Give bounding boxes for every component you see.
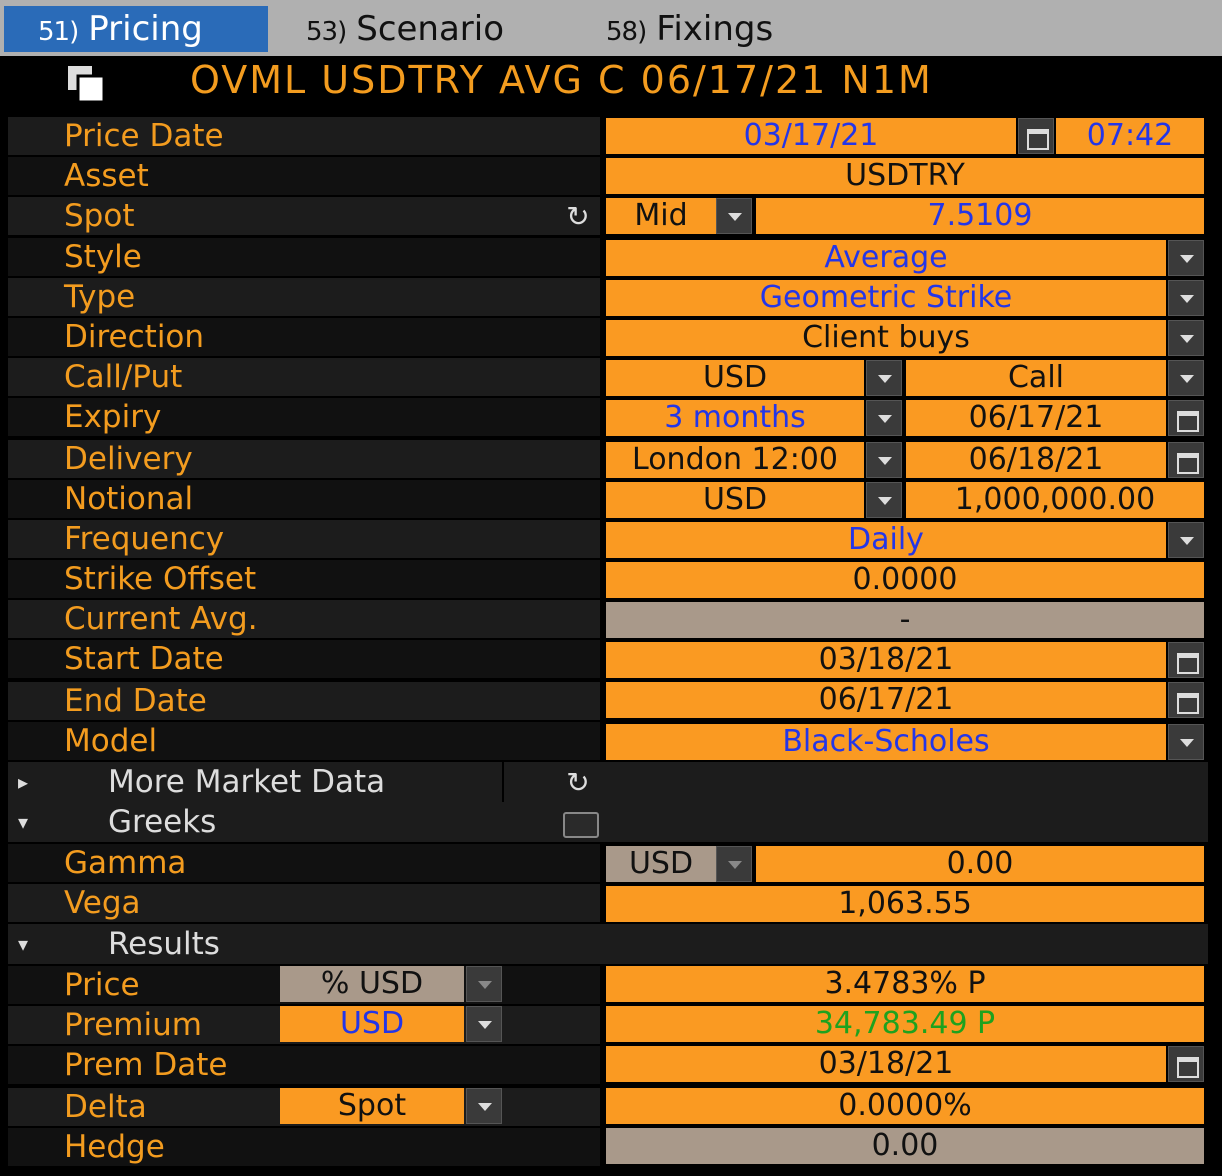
- price-unit-select[interactable]: % USD: [280, 966, 464, 1002]
- section-results[interactable]: ▾ Results: [8, 924, 1208, 964]
- section-label: Greeks: [108, 804, 217, 840]
- refresh-icon[interactable]: ↻: [563, 202, 593, 232]
- chevron-down-icon[interactable]: [466, 1088, 502, 1124]
- call-put-select[interactable]: Call: [906, 360, 1166, 396]
- calendar-icon[interactable]: [1168, 442, 1204, 478]
- style-select[interactable]: Average: [606, 240, 1166, 276]
- label-direction: Direction: [8, 318, 600, 356]
- label-start-date: Start Date: [8, 640, 600, 678]
- delta-basis-select[interactable]: Spot: [280, 1088, 464, 1124]
- label-notional: Notional: [8, 480, 600, 518]
- expiry-tenor-select[interactable]: 3 months: [606, 400, 864, 436]
- direction-select[interactable]: Client buys: [606, 320, 1166, 356]
- notional-ccy-select[interactable]: USD: [606, 482, 864, 518]
- spot-side-select[interactable]: Mid: [606, 198, 716, 234]
- tab-number: 51): [38, 17, 79, 47]
- prem-date-field[interactable]: 03/18/21: [606, 1046, 1166, 1082]
- label-type: Type: [8, 278, 600, 316]
- section-greeks[interactable]: ▾ Greeks: [8, 802, 1208, 842]
- tab-scenario[interactable]: 53) Scenario: [306, 6, 504, 52]
- tab-number: 58): [606, 17, 647, 47]
- model-select[interactable]: Black-Scholes: [606, 724, 1166, 760]
- label-price-date: Price Date: [8, 117, 600, 155]
- section-more-market-data[interactable]: ▸ More Market Data: [8, 762, 1208, 802]
- section-label: Results: [108, 926, 220, 962]
- spot-value-field[interactable]: 7.5109: [756, 198, 1204, 234]
- hedge-value-field: 0.00: [606, 1128, 1204, 1164]
- tab-label: Fixings: [656, 9, 774, 49]
- greeks-checkbox[interactable]: [563, 812, 599, 838]
- label-spot: Spot: [8, 197, 600, 235]
- price-time-field[interactable]: 07:42: [1056, 118, 1204, 154]
- gamma-ccy-select[interactable]: USD: [606, 846, 716, 882]
- delivery-cut-select[interactable]: London 12:00: [606, 442, 864, 478]
- asset-field[interactable]: USDTRY: [606, 158, 1204, 194]
- chevron-down-icon[interactable]: [866, 482, 902, 518]
- tab-bar: 51) Pricing 53) Scenario 58) Fixings: [0, 0, 1222, 56]
- label-vega: Vega: [8, 884, 600, 922]
- expand-caret-icon[interactable]: ▸: [18, 762, 28, 802]
- label-end-date: End Date: [8, 682, 600, 720]
- delivery-date-field[interactable]: 06/18/21: [906, 442, 1166, 478]
- start-date-field[interactable]: 03/18/21: [606, 642, 1166, 678]
- chevron-down-icon[interactable]: [1168, 240, 1204, 276]
- expiry-date-field[interactable]: 06/17/21: [906, 400, 1166, 436]
- refresh-icon[interactable]: ↻: [563, 768, 593, 798]
- tab-fixings[interactable]: 58) Fixings: [606, 6, 773, 52]
- chevron-down-icon[interactable]: [866, 400, 902, 436]
- chevron-down-icon[interactable]: [716, 846, 752, 882]
- chevron-down-icon[interactable]: [866, 442, 902, 478]
- calendar-icon[interactable]: [1168, 400, 1204, 436]
- delta-value-field: 0.0000%: [606, 1088, 1204, 1124]
- frequency-select[interactable]: Daily: [606, 522, 1166, 558]
- chevron-down-icon[interactable]: [866, 360, 902, 396]
- calendar-icon[interactable]: [1168, 682, 1204, 718]
- label-gamma: Gamma: [8, 844, 600, 882]
- label-call-put: Call/Put: [8, 358, 600, 396]
- tab-pricing[interactable]: 51) Pricing: [4, 6, 268, 52]
- label-style: Style: [8, 238, 600, 276]
- chevron-down-icon[interactable]: [716, 198, 752, 234]
- chevron-down-icon[interactable]: [466, 966, 502, 1002]
- chevron-down-icon[interactable]: [1168, 280, 1204, 316]
- label-model: Model: [8, 722, 600, 760]
- label-expiry: Expiry: [8, 398, 600, 436]
- chevron-down-icon[interactable]: [1168, 522, 1204, 558]
- label-current-avg: Current Avg.: [8, 600, 600, 638]
- page-title: OVML USDTRY AVG C 06/17/21 N1M: [190, 58, 933, 102]
- calendar-icon[interactable]: [1168, 1046, 1204, 1082]
- copy-icon[interactable]: [66, 64, 106, 104]
- label-hedge: Hedge: [8, 1128, 600, 1166]
- vega-value-field: 1,063.55: [606, 886, 1204, 922]
- label-asset: Asset: [8, 157, 600, 195]
- chevron-down-icon[interactable]: [1168, 724, 1204, 760]
- gamma-value-field: 0.00: [756, 846, 1204, 882]
- type-select[interactable]: Geometric Strike: [606, 280, 1166, 316]
- notional-amount-field[interactable]: 1,000,000.00: [906, 482, 1204, 518]
- chevron-down-icon[interactable]: [1168, 360, 1204, 396]
- chevron-down-icon[interactable]: [1168, 320, 1204, 356]
- calendar-icon[interactable]: [1168, 642, 1204, 678]
- label-strike-offset: Strike Offset: [8, 560, 600, 598]
- label-frequency: Frequency: [8, 520, 600, 558]
- chevron-down-icon[interactable]: [466, 1006, 502, 1042]
- tab-number: 53): [306, 17, 347, 47]
- current-avg-field: -: [606, 602, 1204, 638]
- collapse-caret-icon[interactable]: ▾: [18, 924, 28, 964]
- strike-offset-field[interactable]: 0.0000: [606, 562, 1204, 598]
- label-delivery: Delivery: [8, 440, 600, 478]
- tab-label: Scenario: [356, 9, 505, 49]
- price-date-field[interactable]: 03/17/21: [606, 118, 1016, 154]
- tab-label: Pricing: [88, 9, 203, 49]
- section-label: More Market Data: [108, 764, 386, 800]
- price-value-field: 3.4783% P: [606, 966, 1204, 1002]
- call-put-ccy-select[interactable]: USD: [606, 360, 864, 396]
- end-date-field[interactable]: 06/17/21: [606, 682, 1166, 718]
- collapse-caret-icon[interactable]: ▾: [18, 802, 28, 842]
- calendar-icon[interactable]: [1018, 118, 1054, 154]
- premium-value-field: 34,783.49 P: [606, 1006, 1204, 1042]
- label-prem-date: Prem Date: [8, 1046, 600, 1084]
- premium-ccy-select[interactable]: USD: [280, 1006, 464, 1042]
